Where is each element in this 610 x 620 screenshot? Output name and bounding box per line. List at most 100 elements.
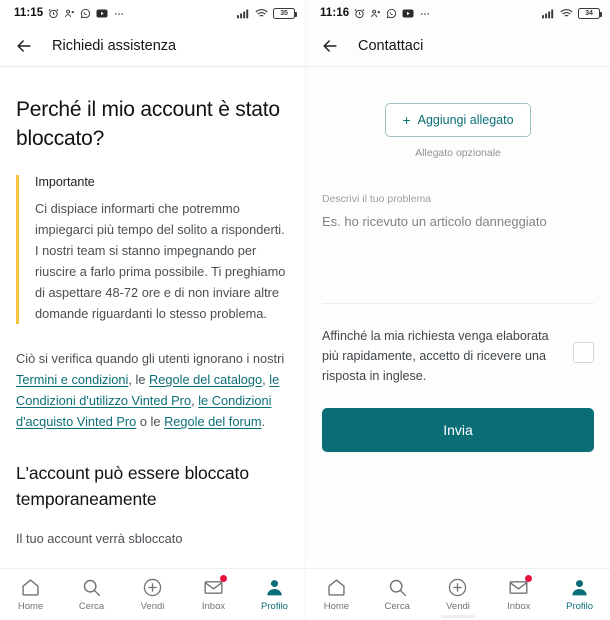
nav-item-cerca[interactable]: Cerca — [61, 577, 122, 612]
page-title: Richiedi assistenza — [52, 38, 176, 54]
link-termini-e-condizioni[interactable]: Termini e condizioni — [16, 372, 128, 387]
consent-text: Affinché la mia richiesta venga elaborat… — [322, 326, 559, 386]
status-time-right: 11:16 — [320, 7, 349, 19]
screen-contact-form: 11:16 — [305, 0, 610, 620]
important-note: Importante Ci dispiace informarti che po… — [16, 175, 289, 324]
wifi-icon — [560, 8, 573, 19]
alarm-icon — [354, 8, 365, 19]
nav-label-cerca: Cerca — [79, 601, 104, 612]
status-bar-left-group: 11:15 — [14, 7, 125, 19]
problem-textarea[interactable]: Es. ho ricevuto un articolo danneggiato — [322, 212, 594, 304]
app-bar-divider — [0, 66, 305, 67]
nav-item-home[interactable]: Home — [306, 577, 367, 612]
nav-label-cerca: Cerca — [385, 601, 410, 612]
paragraph-suffix: . — [262, 414, 266, 429]
inbox-badge-dot — [220, 575, 227, 582]
nav-item-vendi[interactable]: Vendi — [122, 577, 183, 612]
plus-circle-icon — [447, 577, 468, 598]
submit-button[interactable]: Invia — [322, 408, 594, 452]
battery-icon: 35 — [273, 8, 295, 19]
search-icon — [387, 577, 408, 598]
paragraph-sep-1: , le — [128, 372, 149, 387]
alarm-icon — [48, 8, 59, 19]
whatsapp-icon — [386, 8, 397, 19]
home-icon — [20, 577, 41, 598]
person-icon — [264, 577, 285, 598]
status-bar-right-group: 35 — [237, 8, 295, 19]
paragraph-sep-4: o le — [136, 414, 164, 429]
article-tail-text: Il tuo account verrà sbloccato — [16, 528, 289, 549]
bottom-nav-right: Home Cerca Vendi Inbox — [306, 568, 610, 620]
status-bar-right-group-right: 34 — [542, 8, 600, 19]
nav-scroll-hint — [441, 615, 475, 618]
whatsapp-icon — [80, 8, 91, 19]
problem-field-label: Descrivi il tuo problema — [322, 193, 594, 205]
nav-item-cerca[interactable]: Cerca — [367, 577, 428, 612]
paragraph-prefix: Ciò si verifica quando gli utenti ignora… — [16, 351, 284, 366]
nav-label-inbox: Inbox — [507, 601, 530, 612]
nav-label-vendi: Vendi — [446, 601, 470, 612]
important-note-body: Ci dispiace informarti che potremmo impi… — [35, 198, 289, 324]
attachment-hint: Allegato opzionale — [415, 147, 501, 159]
contact-form: + Aggiungi allegato Allegato opzionale D… — [306, 103, 610, 452]
article-content: Perché il mio account è stato bloccato? … — [0, 95, 305, 586]
contacts-icon — [64, 8, 75, 19]
signal-icon — [542, 8, 555, 19]
nav-label-home: Home — [18, 601, 43, 612]
plus-circle-icon — [142, 577, 163, 598]
person-icon — [569, 577, 590, 598]
attachment-section: + Aggiungi allegato Allegato opzionale — [322, 103, 594, 159]
consent-checkbox[interactable] — [573, 342, 594, 363]
app-bar-right: Contattaci — [306, 26, 610, 66]
battery-level-right: 34 — [585, 10, 592, 17]
nav-item-home[interactable]: Home — [0, 577, 61, 612]
app-bar-left: Richiedi assistenza — [0, 26, 305, 66]
problem-field-placeholder: Es. ho ricevuto un articolo danneggiato — [322, 212, 594, 231]
nav-item-profilo[interactable]: Profilo — [244, 577, 305, 612]
more-icon — [113, 8, 125, 19]
page-title-right: Contattaci — [358, 38, 423, 54]
app-bar-divider-right — [306, 66, 610, 67]
important-note-title: Importante — [35, 175, 289, 189]
more-icon — [419, 8, 431, 19]
contacts-icon — [370, 8, 381, 19]
search-icon — [81, 577, 102, 598]
home-icon — [326, 577, 347, 598]
consent-row: Affinché la mia richiesta venga elaborat… — [322, 326, 594, 386]
nav-item-inbox[interactable]: Inbox — [183, 577, 244, 612]
nav-label-home: Home — [324, 601, 349, 612]
scroll-fade-right — [306, 554, 610, 568]
youtube-icon — [402, 8, 414, 19]
bottom-nav-left: Home Cerca Vendi Inbox — [0, 568, 305, 620]
dual-screenshot: 11:15 — [0, 0, 610, 620]
signal-icon — [237, 8, 250, 19]
add-attachment-button[interactable]: + Aggiungi allegato — [385, 103, 530, 137]
battery-icon: 34 — [578, 8, 600, 19]
status-bar-left-group-right: 11:16 — [320, 7, 431, 19]
battery-level: 35 — [280, 10, 287, 17]
article-subheading: L'account può essere bloccato temporanea… — [16, 460, 289, 512]
rules-paragraph: Ciò si verifica quando gli utenti ignora… — [16, 348, 289, 432]
link-regole-del-catalogo[interactable]: Regole del catalogo — [149, 372, 262, 387]
status-bar-right: 11:16 — [306, 0, 610, 26]
nav-label-vendi: Vendi — [141, 601, 165, 612]
nav-item-vendi[interactable]: Vendi — [428, 577, 489, 612]
nav-item-inbox[interactable]: Inbox — [488, 577, 549, 612]
article-heading: Perché il mio account è stato bloccato? — [16, 95, 289, 153]
envelope-icon — [203, 577, 224, 598]
nav-label-inbox: Inbox — [202, 601, 225, 612]
add-attachment-label: Aggiungi allegato — [418, 113, 514, 127]
inbox-badge-dot — [525, 575, 532, 582]
nav-item-profilo[interactable]: Profilo — [549, 577, 610, 612]
link-regole-del-forum[interactable]: Regole del forum — [164, 414, 261, 429]
back-arrow-icon[interactable] — [320, 36, 340, 56]
nav-label-profilo: Profilo — [261, 601, 288, 612]
plus-icon: + — [402, 113, 410, 127]
wifi-icon — [255, 8, 268, 19]
youtube-icon — [96, 8, 108, 19]
status-bar-left: 11:15 — [0, 0, 305, 26]
problem-field-block: Descrivi il tuo problema Es. ho ricevuto… — [322, 193, 594, 304]
back-arrow-icon[interactable] — [14, 36, 34, 56]
screen-help-article: 11:15 — [0, 0, 305, 620]
envelope-icon — [508, 577, 529, 598]
